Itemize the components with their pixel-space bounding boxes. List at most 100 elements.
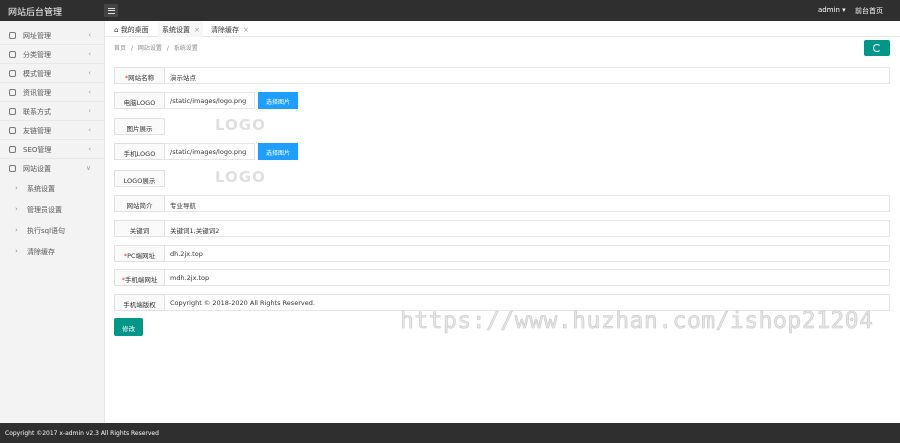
pc-logo-preview-label: 图片展示 [114,118,165,135]
grid-icon [9,51,16,58]
brand-title: 网站后台管理 [8,8,63,18]
sidebar-item-sites[interactable]: 网址管理 ‹ [0,26,105,45]
breadcrumb-separator: / [166,45,169,52]
sidebar: 网址管理 ‹ 分类管理 ‹ 模式管理 ‹ 资讯管理 ‹ 联系方式 ‹ 友链管理 … [0,21,105,423]
sidebar-item-label: 联系方式 [23,108,51,116]
document-icon [9,89,16,96]
keywords-field[interactable]: 关键词1,关键词2 [165,220,890,237]
sidebar-item-site-settings[interactable]: 网站设置 ∨ [0,159,105,178]
globe-icon [9,32,16,39]
copyright-label: 手机端版权 [114,294,165,311]
site-intro-label: 网站简介 [114,195,165,212]
sidebar-subitem-run-sql[interactable]: › 执行sql语句 [0,220,105,241]
sidebar-subitem-admin-settings[interactable]: › 管理员设置 [0,199,105,220]
sidebar-subitem-clear-cache[interactable]: › 清除缓存 [0,241,105,262]
pc-logo-image: LOGO [215,116,266,134]
sidebar-item-label: 资讯管理 [23,89,51,97]
refresh-icon [873,44,881,52]
phone-icon [9,108,16,115]
keywords-label: 关键词 [114,220,165,237]
home-icon: ⌂ [114,26,119,34]
breadcrumb-site-settings[interactable]: 网站设置 [138,45,162,52]
mobile-domain-label: *手机端网址 [114,269,165,286]
sidebar-item-label: 模式管理 [23,70,51,78]
mobile-logo-image: LOGO [215,168,266,186]
pc-logo-upload-button[interactable]: 选择图片 [258,92,298,109]
chevron-left-icon: ‹ [88,126,91,134]
tab-label: 我的桌面 [120,26,149,34]
breadcrumb-home[interactable]: 首页 [114,45,126,52]
tab-system-settings[interactable]: 系统设置 × [158,21,203,37]
pc-domain-label: *PC端网址 [114,245,165,262]
form-row-pc-domain: *PC端网址 dh.2jx.top [114,245,890,262]
form-row-keywords: 关键词 关键词1,关键词2 [114,220,890,237]
form-row-site-intro: 网站简介 专业导航 [114,195,890,212]
seo-icon [9,146,16,153]
chevron-left-icon: ‹ [88,69,91,77]
mobile-logo-field[interactable]: /static/images/logo.png [165,143,255,160]
sidebar-item-label: 友链管理 [23,127,51,135]
chevron-right-icon: › [15,184,18,192]
gear-icon [9,165,16,172]
site-name-field[interactable]: 演示站点 [165,67,890,84]
breadcrumb: 首页 / 网站设置 / 系统设置 [114,43,201,52]
chevron-left-icon: ‹ [88,50,91,58]
sidebar-item-seo[interactable]: SEO管理 ‹ [0,140,105,159]
pc-logo-label: 电脑LOGO [114,92,165,109]
chevron-left-icon: ‹ [88,107,91,115]
mobile-logo-label: 手机LOGO [114,143,165,160]
breadcrumb-separator: / [130,45,133,52]
close-icon[interactable]: × [243,26,249,34]
site-intro-field[interactable]: 专业导航 [165,195,890,212]
chevron-down-icon: ∨ [85,164,91,172]
form-row-pc-logo: 电脑LOGO /static/images/logo.png 选择图片 [114,92,890,109]
sidebar-subitem-system-settings[interactable]: › 系统设置 [0,178,105,199]
chevron-left-icon: ‹ [88,145,91,153]
close-icon[interactable]: × [194,26,200,34]
sidebar-subitem-label: 执行sql语句 [27,227,66,235]
tab-label: 清除缓存 [211,26,239,34]
list-icon [9,70,16,77]
sidebar-item-news[interactable]: 资讯管理 ‹ [0,83,105,102]
tab-desktop[interactable]: ⌂ 我的桌面 [110,21,158,37]
user-menu[interactable]: admin ▾ [818,6,846,14]
sidebar-subitem-label: 清除缓存 [27,248,55,256]
mobile-logo-upload-button[interactable]: 选择图片 [258,143,298,160]
form-row-mobile-domain: *手机端网址 mdh.2jx.top [114,269,890,286]
sidebar-subitem-label: 管理员设置 [27,206,62,214]
sidebar-subitem-label: 系统设置 [27,185,55,193]
tab-bar: ⌂ 我的桌面 系统设置 × 清除缓存 × [105,21,900,37]
submit-button[interactable]: 修改 [114,318,143,336]
chevron-left-icon: ‹ [88,88,91,96]
form-row-pc-logo-preview: 图片展示 LOGO [114,116,890,135]
sidebar-item-label: SEO管理 [23,146,52,154]
tab-label: 系统设置 [162,26,190,34]
refresh-button[interactable] [864,40,890,56]
chevron-right-icon: › [15,205,18,213]
menu-toggle-icon[interactable] [104,4,118,17]
top-bar: 网站后台管理 admin ▾ 前台首页 [0,0,900,21]
mobile-domain-field[interactable]: mdh.2jx.top [165,269,890,286]
frontpage-link[interactable]: 前台首页 [855,6,883,16]
pc-domain-field[interactable]: dh.2jx.top [165,245,890,262]
site-name-label: *网站名称 [114,67,165,84]
chevron-left-icon: ‹ [88,31,91,39]
sidebar-item-modes[interactable]: 模式管理 ‹ [0,64,105,83]
footer: Copyright ©2017 x-admin v2.3 All Rights … [0,423,900,443]
form-row-mobile-logo: 手机LOGO /static/images/logo.png 选择图片 [114,143,890,160]
sidebar-item-label: 网站设置 [23,165,51,173]
sidebar-item-categories[interactable]: 分类管理 ‹ [0,45,105,64]
pc-logo-field[interactable]: /static/images/logo.png [165,92,255,109]
link-icon [9,127,16,134]
sidebar-item-links[interactable]: 友链管理 ‹ [0,121,105,140]
tab-clear-cache[interactable]: 清除缓存 × [206,21,254,37]
form-row-site-name: *网站名称 演示站点 [114,67,890,84]
sidebar-item-contact[interactable]: 联系方式 ‹ [0,102,105,121]
sidebar-item-label: 网址管理 [23,32,51,40]
form-row-mobile-logo-preview: LOGO展示 LOGO [114,168,890,187]
sidebar-item-label: 分类管理 [23,51,51,59]
chevron-right-icon: › [15,247,18,255]
mobile-logo-preview-label: LOGO展示 [114,170,165,187]
chevron-right-icon: › [15,226,18,234]
watermark-text: https://www.huzhan.com/ishop21204 [400,308,874,335]
